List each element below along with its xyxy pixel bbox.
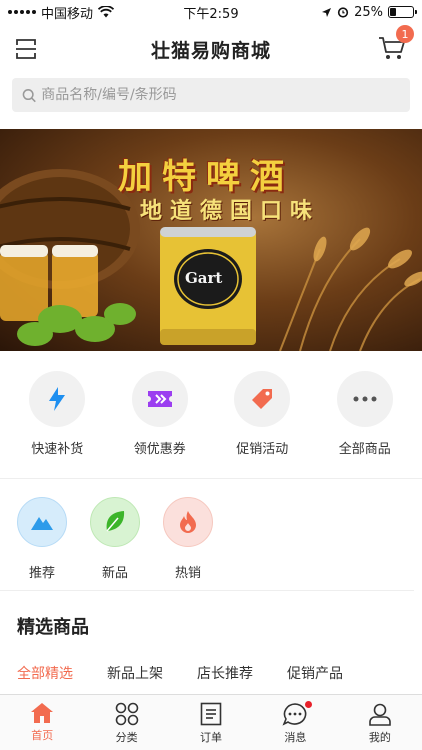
alarm-icon xyxy=(337,7,349,18)
bottom-nav: 首页 分类 订单 消息 我的 xyxy=(0,694,422,750)
scan-icon xyxy=(16,39,36,59)
quick-action-all-products[interactable]: 全部商品 xyxy=(320,371,410,478)
leaf-icon xyxy=(106,511,125,532)
status-bar: 中国移动 下午2:59 25% xyxy=(0,0,422,24)
tab-new-arrivals[interactable]: 新品上架 xyxy=(107,663,163,683)
category-label: 新品 xyxy=(101,566,128,581)
app-header: 壮猫易购商城 1 xyxy=(0,24,422,74)
category-recommend[interactable]: 推荐 xyxy=(17,497,67,590)
quick-action-label: 快速补货 xyxy=(31,442,84,457)
quick-action-coupon[interactable]: 领优惠券 xyxy=(115,371,205,478)
nav-label: 首页 xyxy=(31,729,54,742)
more-icon xyxy=(353,396,377,402)
category-label: 推荐 xyxy=(28,566,55,581)
quick-action-label: 全部商品 xyxy=(338,442,391,457)
cart-badge: 1 xyxy=(396,25,414,43)
home-icon xyxy=(31,703,54,723)
nav-category[interactable]: 分类 xyxy=(84,695,168,750)
promo-banner[interactable]: 加特啤酒 地道德国口味 Gart xyxy=(0,129,422,351)
clock-label: 下午2:59 xyxy=(183,6,239,22)
page-title: 壮猫易购商城 xyxy=(150,39,271,62)
mountain-icon xyxy=(31,517,53,530)
banner-subline: 地道德国口味 xyxy=(140,198,321,224)
flame-icon xyxy=(180,511,196,533)
nav-home[interactable]: 首页 xyxy=(0,695,84,750)
unread-dot xyxy=(305,701,313,708)
user-icon xyxy=(369,703,391,726)
battery-percent: 25% xyxy=(354,4,383,20)
category-new[interactable]: 新品 xyxy=(90,497,140,590)
category-circle xyxy=(90,497,140,547)
battery-fill xyxy=(390,8,396,16)
tab-all-featured[interactable]: 全部精选 xyxy=(17,663,73,683)
status-left: 中国移动 xyxy=(8,3,115,22)
search-input[interactable] xyxy=(41,87,400,103)
quick-action-promotion[interactable]: 促销活动 xyxy=(217,371,307,478)
tab-promotions[interactable]: 促销产品 xyxy=(287,663,343,683)
category-label: 热销 xyxy=(174,566,201,581)
battery-icon xyxy=(388,6,417,18)
scan-button[interactable] xyxy=(14,37,38,61)
search-icon xyxy=(22,88,36,102)
can-brand-label: Gart xyxy=(185,269,223,287)
category-circle xyxy=(163,497,213,547)
featured-tabs: 全部精选 新品上架 店长推荐 促销产品 xyxy=(0,649,422,683)
signal-icon xyxy=(8,10,36,14)
quick-action-circle xyxy=(29,371,86,427)
nav-label: 消息 xyxy=(284,731,307,744)
search-bar[interactable] xyxy=(12,78,410,112)
nav-profile[interactable]: 我的 xyxy=(338,695,422,750)
nav-orders[interactable]: 订单 xyxy=(169,695,253,750)
location-arrow-icon xyxy=(322,7,332,17)
coupon-icon xyxy=(147,391,172,407)
category-shortcuts: 推荐 新品 热销 xyxy=(0,479,414,591)
quick-action-circle xyxy=(234,371,291,427)
featured-title: 精选商品 xyxy=(17,617,89,638)
quick-action-label: 促销活动 xyxy=(236,442,289,457)
wifi-icon xyxy=(98,6,115,18)
nav-label: 我的 xyxy=(368,731,391,744)
grid-icon xyxy=(115,702,138,726)
quick-actions: 快速补货 领优惠券 促销活动 全部商品 xyxy=(0,351,422,479)
order-icon xyxy=(200,702,222,726)
cart-button[interactable]: 1 xyxy=(378,25,414,63)
status-right: 25% xyxy=(321,4,417,20)
nav-label: 订单 xyxy=(200,731,223,744)
category-circle xyxy=(17,497,67,547)
nav-messages[interactable]: 消息 xyxy=(253,695,337,750)
tag-icon xyxy=(252,389,273,409)
banner-headline: 加特啤酒 xyxy=(118,157,294,197)
quick-action-restock[interactable]: 快速补货 xyxy=(12,371,102,478)
carrier-label: 中国移动 xyxy=(41,6,94,22)
category-hot[interactable]: 热销 xyxy=(163,497,213,590)
quick-action-circle xyxy=(131,371,188,427)
quick-action-label: 领优惠券 xyxy=(133,442,186,457)
lightning-icon xyxy=(49,387,66,411)
quick-action-circle xyxy=(336,371,393,427)
nav-label: 分类 xyxy=(115,731,138,744)
tab-manager-picks[interactable]: 店长推荐 xyxy=(197,663,253,683)
